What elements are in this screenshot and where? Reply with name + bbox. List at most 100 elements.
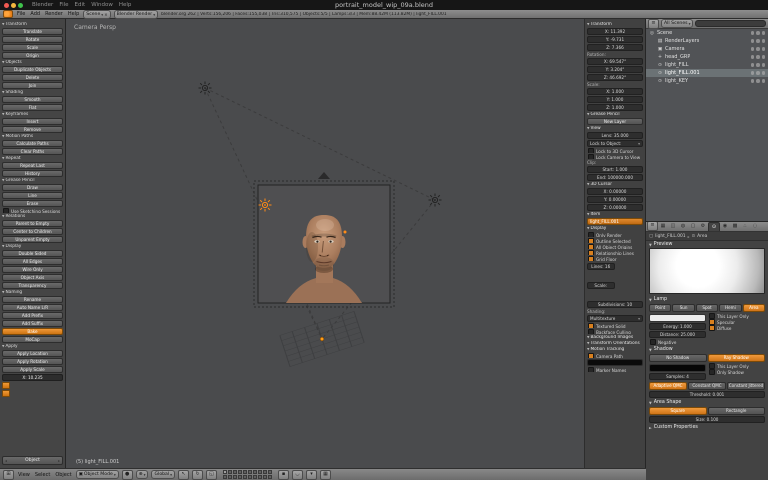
visibility-eye-toggle[interactable] [750, 79, 754, 83]
pivot-point-selector[interactable]: ⊕ ▾ [135, 470, 149, 479]
tool-shelf-item[interactable]: Calculate Paths [2, 140, 63, 147]
tool-shelf-item[interactable]: Repeat Last [2, 162, 63, 169]
blender-logo-icon[interactable] [3, 10, 13, 18]
scene-selector[interactable]: Scene ▾ × [83, 9, 111, 19]
n-panel-item[interactable] [587, 359, 643, 366]
tool-shelf-item[interactable]: All Edges [2, 258, 63, 265]
layer-cell[interactable] [223, 470, 228, 474]
breadcrumb-data[interactable]: Area [697, 234, 707, 239]
tool-shelf-item[interactable]: Use Sketching Sessions [2, 208, 63, 213]
n-panel-item[interactable]: Lock to Object: [587, 140, 643, 147]
layer-cell[interactable] [238, 470, 243, 474]
selectable-arrow-toggle[interactable] [756, 31, 760, 35]
menubar-item[interactable]: File [59, 2, 68, 8]
mode-selector[interactable]: ▣ Object Mode ▾ [75, 470, 119, 479]
tool-shelf-item[interactable]: Duplicate Objects [2, 66, 63, 73]
visibility-eye-toggle[interactable] [750, 47, 754, 51]
selectable-arrow-toggle[interactable] [756, 47, 760, 51]
info-menu-item[interactable]: Render [44, 11, 64, 17]
tool-shelf-item[interactable]: Grease Pencil [2, 178, 63, 183]
lamp-back-icon[interactable] [198, 81, 212, 95]
visibility-eye-toggle[interactable] [750, 71, 754, 75]
window-minimize-button[interactable] [11, 2, 16, 8]
viewport-menu-item[interactable]: Object [54, 472, 72, 478]
n-panel-item[interactable]: Item [587, 212, 643, 217]
tool-shelf-item[interactable]: Rename [2, 296, 63, 303]
manipulator-translate-icon[interactable]: ↖ [178, 469, 190, 480]
tool-shelf-item[interactable]: Transparency [2, 282, 63, 289]
object-origin-dot[interactable] [319, 336, 325, 342]
properties-tab[interactable]: ◍ [678, 222, 688, 230]
lock-to-scene-icon[interactable]: ▪ [278, 469, 290, 480]
tool-shelf-item[interactable]: Insert [2, 118, 63, 125]
render-engine-selector[interactable]: Blender Render ▾ [113, 9, 159, 19]
tool-shelf-item[interactable]: Relations [2, 214, 63, 219]
breadcrumb-object[interactable]: light_FILL.001 [655, 234, 685, 239]
n-panel-item[interactable]: Outline Selected [587, 238, 643, 243]
tool-shelf-item[interactable]: Naming [2, 290, 63, 295]
shadow-option-checkbox[interactable]: Only Shadow [708, 369, 765, 375]
menubar-item[interactable]: Window [91, 2, 113, 8]
n-panel-item[interactable]: All Object Origins [587, 244, 643, 249]
properties-tab[interactable]: ◌ [750, 222, 760, 230]
n-panel-item[interactable]: Marker Names [587, 367, 643, 372]
arrow-left-icon[interactable]: ◂ [5, 458, 7, 463]
lamp-type-button[interactable]: Spot [695, 304, 719, 312]
layer-cell[interactable] [258, 470, 263, 474]
n-panel-item[interactable]: X: 0.00000 [587, 188, 643, 195]
shadow-mode-button[interactable]: Ray Shadow [707, 354, 765, 362]
visibility-eye-toggle[interactable] [750, 63, 754, 67]
outliner-row[interactable]: ⊙ light_KEY [646, 77, 768, 85]
n-panel-item[interactable]: Motion Tracking [587, 347, 643, 352]
properties-tab[interactable]: ▢ [688, 222, 698, 230]
selectable-arrow-toggle[interactable] [756, 55, 760, 59]
tool-shelf-item[interactable]: Apply Scale [2, 366, 63, 373]
shadow-threshold-field[interactable]: Threshold: 0.001 [649, 391, 765, 398]
layer-cell[interactable] [243, 470, 248, 474]
visibility-eye-toggle[interactable] [750, 39, 754, 43]
tool-shelf-item[interactable]: Object Axis [2, 274, 63, 281]
n-panel-item[interactable]: Z: 7.366 [587, 44, 643, 51]
tool-shelf-item[interactable]: Apply Rotation [2, 358, 63, 365]
tool-shelf-item[interactable]: Scale [2, 44, 63, 51]
lamp-option-checkbox[interactable]: Diffuse [708, 325, 765, 331]
layer-cell[interactable] [233, 475, 238, 479]
lamp-energy-field[interactable]: Energy: 1.000 [649, 323, 706, 330]
properties-tab[interactable]: ∴ [740, 222, 750, 230]
layer-cell[interactable] [228, 470, 233, 474]
tool-shelf-item[interactable]: Shading [2, 90, 63, 95]
renderable-camera-toggle[interactable] [761, 39, 765, 43]
tool-shelf-item[interactable]: Transform [2, 22, 63, 27]
properties-tab[interactable]: ◫ [668, 222, 678, 230]
lamp-fill-selected-icon[interactable] [258, 198, 272, 212]
tool-shelf-item[interactable]: Origin [2, 52, 63, 59]
n-panel-item[interactable]: Shading: [587, 309, 643, 314]
n-panel-item[interactable]: Subdivisions: 10 [587, 301, 643, 308]
renderable-camera-toggle[interactable] [761, 71, 765, 75]
tool-shelf-item[interactable]: X: 10.235 [2, 374, 63, 381]
tool-shelf-item[interactable]: Display [2, 244, 63, 249]
tool-shelf-item[interactable]: Parent to Empty [2, 220, 63, 227]
lamp-type-button[interactable]: Area [742, 304, 766, 312]
layer-cell[interactable] [263, 475, 268, 479]
tool-shelf-item[interactable]: Translate [2, 28, 63, 35]
tool-shelf-item[interactable]: Motion Paths [2, 134, 63, 139]
viewport-menu-item[interactable]: View [17, 472, 31, 478]
layer-cell[interactable] [248, 470, 253, 474]
renderable-camera-toggle[interactable] [761, 55, 765, 59]
n-panel-item[interactable]: Y: 1.000 [587, 96, 643, 103]
n-panel-item[interactable]: Scale: 1.000 [587, 282, 615, 289]
viewport-3d[interactable]: Camera Persp (5) light_FILL.001 Transfor… [66, 19, 646, 468]
shadow-samples-field[interactable]: Samples: 4 [649, 373, 706, 380]
tool-shelf-item[interactable]: Apply Location [2, 350, 63, 357]
shadow-mode-button[interactable]: No Shadow [649, 354, 707, 362]
n-panel-item[interactable]: Textured Solid [587, 323, 643, 328]
n-panel-item[interactable]: Backface Culling [587, 329, 643, 334]
visibility-eye-toggle[interactable] [750, 31, 754, 35]
outliner-row[interactable]: + head_GRP [646, 53, 768, 61]
outliner-row[interactable]: ▤ RenderLayers [646, 37, 768, 45]
viewport-canvas[interactable] [66, 19, 646, 468]
renderable-camera-toggle[interactable] [761, 63, 765, 67]
properties-editor-type-icon[interactable]: ≡ [647, 222, 658, 231]
n-panel-item[interactable]: Transform [587, 22, 643, 27]
